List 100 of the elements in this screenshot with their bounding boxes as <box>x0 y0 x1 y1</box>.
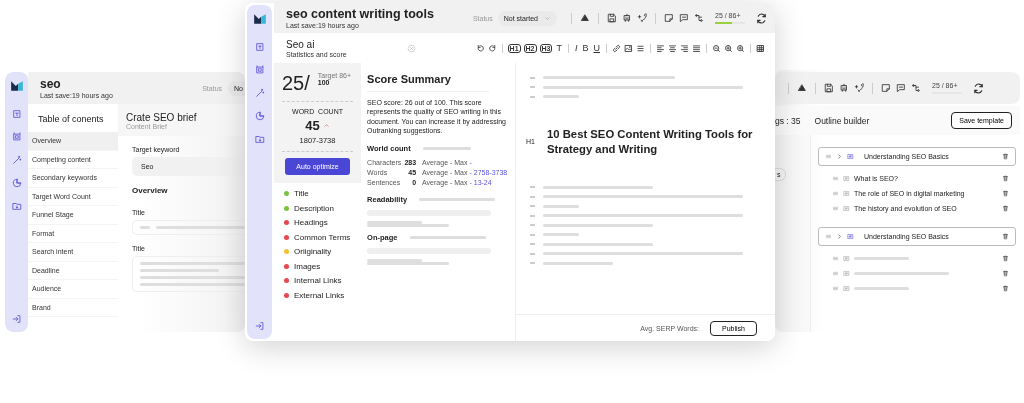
trash-icon[interactable] <box>1002 255 1009 262</box>
check-item[interactable]: Oriiginality <box>294 247 332 256</box>
zoom-out-icon[interactable] <box>712 43 721 53</box>
drag-handle-icon[interactable] <box>832 285 839 292</box>
folder-icon[interactable] <box>254 134 265 144</box>
table-icon[interactable] <box>756 43 765 53</box>
redo-icon[interactable] <box>487 43 497 53</box>
drag-handle-icon[interactable] <box>825 153 832 160</box>
drag-handle-icon[interactable] <box>832 270 839 277</box>
logo-icon <box>9 80 24 92</box>
triangle-icon[interactable] <box>580 13 590 23</box>
heading-icon <box>843 190 850 197</box>
section-title: Table of conents <box>37 113 105 126</box>
document-title: seo content writing tools <box>286 7 434 21</box>
pie-chart-icon[interactable] <box>254 111 265 121</box>
format-button[interactable]: B <box>581 43 590 53</box>
align-center-icon[interactable] <box>668 43 677 53</box>
nodes-icon[interactable] <box>694 13 704 23</box>
check-item[interactable]: Common Terms <box>294 232 351 242</box>
robot-icon[interactable] <box>839 83 849 93</box>
check-item[interactable]: Internal Links <box>294 276 342 285</box>
nodes-icon[interactable] <box>911 83 921 93</box>
magic-wand-icon[interactable] <box>11 155 22 165</box>
save-icon[interactable] <box>607 13 617 23</box>
zoom-in-icon[interactable] <box>724 43 733 53</box>
skeleton-line <box>543 95 580 98</box>
refresh-icon[interactable] <box>756 12 767 24</box>
chevron-right-icon[interactable] <box>836 153 843 160</box>
chat-icon[interactable] <box>679 13 689 23</box>
note-icon[interactable] <box>664 13 674 23</box>
word-count-value: 45 <box>305 118 320 133</box>
trash-icon[interactable] <box>1002 175 1009 182</box>
check-item[interactable]: External Links <box>294 290 345 300</box>
chip-icon[interactable] <box>11 132 22 142</box>
heading-icon <box>847 233 854 240</box>
dash-marker <box>530 224 536 226</box>
skeleton-line <box>543 233 580 236</box>
chevron-down-icon <box>544 14 551 22</box>
robot-icon[interactable] <box>622 13 632 23</box>
dash-marker <box>530 205 536 207</box>
format-button[interactable]: I <box>573 43 579 53</box>
heading-icon <box>843 255 850 262</box>
trash-icon[interactable] <box>1002 190 1009 197</box>
folder-icon[interactable] <box>11 201 22 211</box>
drag-handle-icon[interactable] <box>832 255 839 262</box>
save-icon[interactable] <box>824 83 834 93</box>
list-icon[interactable] <box>636 43 645 53</box>
magic-wand-icon[interactable] <box>254 88 265 98</box>
logout-icon[interactable] <box>11 314 22 324</box>
logout-icon[interactable] <box>254 321 265 331</box>
note-icon[interactable] <box>881 83 891 93</box>
image-icon[interactable] <box>624 43 633 53</box>
trash-icon[interactable] <box>1002 233 1009 240</box>
share-icon[interactable] <box>637 13 647 23</box>
chip-icon[interactable] <box>254 65 265 75</box>
dash-marker <box>530 186 536 188</box>
check-item[interactable]: Title <box>294 189 309 198</box>
document-icon[interactable] <box>11 109 22 119</box>
align-right-icon[interactable] <box>680 43 689 53</box>
drag-handle-icon[interactable] <box>832 190 839 197</box>
dash-marker <box>530 243 536 245</box>
skeleton-line <box>422 146 471 150</box>
score-value: 25/ <box>282 72 310 95</box>
dash-marker <box>530 76 536 79</box>
section-heading: Overview <box>132 186 169 195</box>
chat-icon[interactable] <box>896 83 906 93</box>
skeleton-line <box>854 287 909 290</box>
trash-icon[interactable] <box>1002 285 1009 292</box>
panel-title: Seo ai <box>286 38 316 50</box>
align-left-icon[interactable] <box>656 43 665 53</box>
drag-handle-icon[interactable] <box>832 205 839 212</box>
dash-marker <box>530 86 536 88</box>
check-item[interactable]: Headings <box>294 218 328 227</box>
article-heading[interactable]: 10 Best SEO Content Writing Tools for Strategy and Writing <box>547 126 767 157</box>
format-button[interactable]: U <box>592 43 601 53</box>
link-icon[interactable] <box>612 43 621 53</box>
check-item[interactable]: Description <box>294 203 334 213</box>
chevron-right-icon[interactable] <box>836 233 843 240</box>
summary-title: Score Summary <box>367 73 452 85</box>
trash-icon[interactable] <box>1002 205 1009 212</box>
pie-chart-icon[interactable] <box>11 178 22 188</box>
trash-icon[interactable] <box>1002 153 1009 160</box>
refresh-icon[interactable] <box>973 82 984 94</box>
heading-icon <box>843 285 850 292</box>
justify-icon[interactable] <box>692 43 701 53</box>
undo-icon[interactable] <box>475 43 485 53</box>
dash-marker <box>530 233 536 236</box>
drag-handle-icon[interactable] <box>825 233 832 240</box>
share-icon[interactable] <box>854 83 864 93</box>
heading-button[interactable]: T <box>555 43 563 53</box>
triangle-icon[interactable] <box>797 83 807 93</box>
zoom-in-icon[interactable] <box>736 43 745 53</box>
drag-handle-icon[interactable] <box>832 175 839 182</box>
input-field[interactable] <box>132 220 245 235</box>
count-text: gs : 35 <box>775 115 801 126</box>
trash-icon[interactable] <box>1002 270 1009 277</box>
skeleton-line <box>543 204 580 208</box>
check-item[interactable]: Images <box>294 261 321 271</box>
document-icon[interactable] <box>254 42 265 52</box>
skeleton-line <box>543 261 614 265</box>
